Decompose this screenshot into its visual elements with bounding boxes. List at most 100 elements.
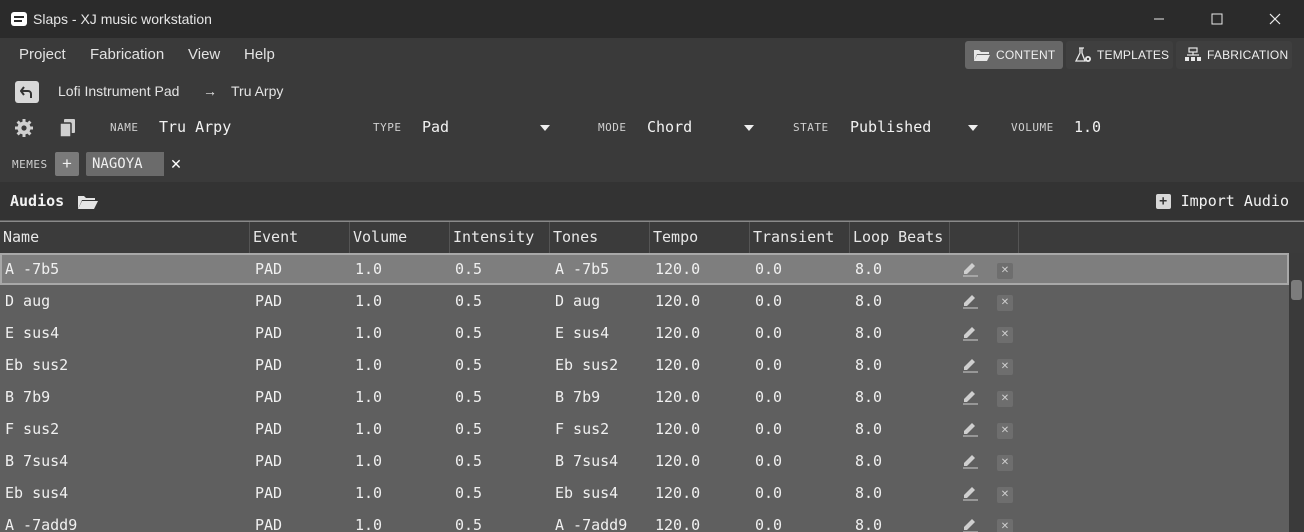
edit-icon[interactable] xyxy=(961,453,979,469)
breadcrumb-parent[interactable]: Lofi Instrument Pad xyxy=(58,72,179,110)
delete-icon[interactable]: ✕ xyxy=(997,359,1013,375)
cell-tones: E sus4 xyxy=(555,324,610,342)
cell-intensity: 0.5 xyxy=(455,356,483,374)
cell-transient: 0.0 xyxy=(755,356,783,374)
menu-project[interactable]: Project xyxy=(19,38,66,72)
delete-icon[interactable]: ✕ xyxy=(997,455,1013,471)
delete-icon[interactable]: ✕ xyxy=(997,327,1013,343)
cell-volume: 1.0 xyxy=(355,260,383,278)
column-header-tones[interactable]: Tones xyxy=(550,222,650,253)
table-row[interactable]: F sus2 PAD 1.0 0.5 F sus2 120.0 0.0 8.0 ✕ xyxy=(0,413,1289,445)
folder-open-icon[interactable] xyxy=(77,194,99,215)
edit-icon[interactable] xyxy=(961,389,979,405)
gear-icon[interactable] xyxy=(14,118,34,143)
memes-label: MEMES xyxy=(12,158,48,171)
plus-icon: + xyxy=(1155,193,1171,209)
mode-dropdown-icon[interactable] xyxy=(744,125,754,131)
delete-icon[interactable]: ✕ xyxy=(997,423,1013,439)
cell-name: E sus4 xyxy=(5,324,60,342)
menu-view[interactable]: View xyxy=(188,38,220,72)
cell-tones: F sus2 xyxy=(555,420,610,438)
cell-tempo: 120.0 xyxy=(655,516,701,532)
close-icon xyxy=(1269,13,1281,25)
table-row[interactable]: B 7sus4 PAD 1.0 0.5 B 7sus4 120.0 0.0 8.0 ✕ xyxy=(0,445,1289,477)
back-button[interactable] xyxy=(15,81,39,103)
edit-icon[interactable] xyxy=(961,325,979,341)
mode-label: MODE xyxy=(598,121,627,134)
table-row[interactable]: Eb sus4 PAD 1.0 0.5 Eb sus4 120.0 0.0 8.0 ✕ xyxy=(0,477,1289,509)
edit-icon[interactable] xyxy=(961,261,979,277)
cell-transient: 0.0 xyxy=(755,452,783,470)
delete-icon[interactable]: ✕ xyxy=(997,391,1013,407)
fabrication-nav-button[interactable]: FABRICATION xyxy=(1176,41,1292,69)
mode-select[interactable]: Chord xyxy=(647,118,692,136)
add-meme-button[interactable]: + xyxy=(55,152,79,176)
column-header-name[interactable]: Name xyxy=(0,222,250,253)
breadcrumb-arrow: → xyxy=(203,83,217,99)
cell-intensity: 0.5 xyxy=(455,420,483,438)
state-select[interactable]: Published xyxy=(850,118,931,136)
delete-icon[interactable]: ✕ xyxy=(997,487,1013,503)
cell-tempo: 120.0 xyxy=(655,420,701,438)
cell-event: PAD xyxy=(255,452,283,470)
table-row[interactable]: D aug PAD 1.0 0.5 D aug 120.0 0.0 8.0 ✕ xyxy=(0,285,1289,317)
name-field[interactable]: Tru Arpy xyxy=(159,118,231,136)
edit-icon[interactable] xyxy=(961,293,979,309)
remove-meme-icon[interactable]: ✕ xyxy=(162,152,188,176)
cell-name: B 7b9 xyxy=(5,388,51,406)
cell-transient: 0.0 xyxy=(755,484,783,502)
close-button[interactable] xyxy=(1246,0,1304,38)
cell-event: PAD xyxy=(255,516,283,532)
edit-icon[interactable] xyxy=(961,485,979,501)
minimize-button[interactable] xyxy=(1130,0,1188,38)
cell-tones: D aug xyxy=(555,292,601,310)
volume-field[interactable]: 1.0 xyxy=(1074,118,1101,136)
column-header-tempo[interactable]: Tempo xyxy=(650,222,750,253)
audios-title: Audios xyxy=(10,192,65,210)
import-audio-button[interactable]: + Import Audio xyxy=(1155,182,1289,220)
column-header-loop-beats[interactable]: Loop Beats xyxy=(850,222,950,253)
table-row[interactable]: Eb sus2 PAD 1.0 0.5 Eb sus2 120.0 0.0 8.0 ✕ xyxy=(0,349,1289,381)
content-nav-label: CONTENT xyxy=(996,48,1056,62)
edit-icon[interactable] xyxy=(961,517,979,532)
table-row[interactable]: A -7add9 PAD 1.0 0.5 A -7add9 120.0 0.0 8.0 ✕ xyxy=(0,509,1289,532)
cell-tempo: 120.0 xyxy=(655,484,701,502)
table-row[interactable]: E sus4 PAD 1.0 0.5 E sus4 120.0 0.0 8.0 ✕ xyxy=(0,317,1289,349)
type-dropdown-icon[interactable] xyxy=(540,125,550,131)
cell-event: PAD xyxy=(255,356,283,374)
cell-loop-beats: 8.0 xyxy=(855,388,883,406)
delete-icon[interactable]: ✕ xyxy=(997,263,1013,279)
copy-icon[interactable] xyxy=(59,118,77,143)
scrollbar-thumb[interactable] xyxy=(1291,280,1302,300)
menu-fabrication[interactable]: Fabrication xyxy=(90,38,164,72)
column-header-transient[interactable]: Transient xyxy=(750,222,850,253)
cell-intensity: 0.5 xyxy=(455,260,483,278)
maximize-icon xyxy=(1211,13,1223,25)
content-nav-button[interactable]: CONTENT xyxy=(965,41,1063,69)
state-dropdown-icon[interactable] xyxy=(968,125,978,131)
templates-nav-button[interactable]: TEMPLATES xyxy=(1066,41,1173,69)
cell-name: A -7add9 xyxy=(5,516,78,532)
table-scrollbar[interactable] xyxy=(1289,253,1304,532)
delete-icon[interactable]: ✕ xyxy=(997,519,1013,532)
column-header-event[interactable]: Event xyxy=(250,222,350,253)
edit-icon[interactable] xyxy=(961,357,979,373)
edit-icon[interactable] xyxy=(961,421,979,437)
menu-help[interactable]: Help xyxy=(244,38,275,72)
maximize-button[interactable] xyxy=(1188,0,1246,38)
flask-gear-icon xyxy=(1074,47,1092,63)
templates-nav-label: TEMPLATES xyxy=(1097,48,1170,62)
cell-event: PAD xyxy=(255,292,283,310)
cell-tones: A -7b5 xyxy=(555,260,610,278)
table-row[interactable]: A -7b5 PAD 1.0 0.5 A -7b5 120.0 0.0 8.0 ✕ xyxy=(0,253,1289,285)
delete-icon[interactable]: ✕ xyxy=(997,295,1013,311)
cell-tempo: 120.0 xyxy=(655,292,701,310)
column-header-volume[interactable]: Volume xyxy=(350,222,450,253)
cell-loop-beats: 8.0 xyxy=(855,356,883,374)
column-header-intensity[interactable]: Intensity xyxy=(450,222,550,253)
cell-volume: 1.0 xyxy=(355,420,383,438)
fabrication-nav-label: FABRICATION xyxy=(1207,48,1289,62)
table-row[interactable]: B 7b9 PAD 1.0 0.5 B 7b9 120.0 0.0 8.0 ✕ xyxy=(0,381,1289,413)
type-select[interactable]: Pad xyxy=(422,118,449,136)
cell-loop-beats: 8.0 xyxy=(855,420,883,438)
